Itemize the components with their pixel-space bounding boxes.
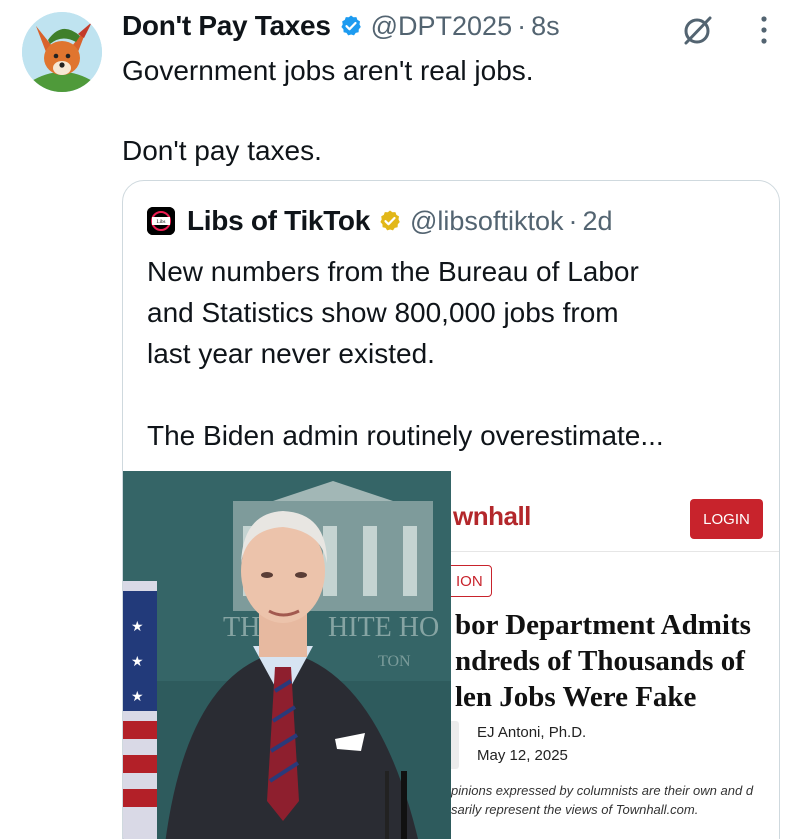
category-tag: ION: [451, 565, 492, 597]
quoted-post-card[interactable]: Libs Libs of TikTok @libsoftiktok · 2d N…: [122, 180, 780, 839]
article-disclaimer: pinions expressed by columnists are thei…: [451, 783, 754, 817]
quoted-post-text: New numbers from the Bureau of Labor and…: [147, 256, 664, 451]
fox-avatar-icon: [22, 12, 102, 92]
townhall-article-screenshot[interactable]: wnhall LOGIN ION bor Department Admits n…: [451, 471, 779, 839]
quoted-author-handle[interactable]: @libsoftiktok: [410, 206, 563, 237]
avatar[interactable]: [22, 12, 102, 92]
post-text: Government jobs aren't real jobs. Don't …: [122, 55, 534, 166]
quoted-media[interactable]: TH HITE HO TON ★ ★ ★ wnhall LOGIN ION bo…: [123, 471, 779, 839]
verified-badge-icon[interactable]: [339, 14, 363, 38]
divider: [451, 551, 779, 552]
article-date: May 12, 2025: [477, 747, 568, 764]
svg-text:★: ★: [131, 653, 144, 669]
svg-text:★: ★: [131, 618, 144, 634]
author-name[interactable]: Don't Pay Taxes: [122, 10, 331, 42]
quoted-post-header: Libs Libs of TikTok @libsoftiktok · 2d: [147, 203, 613, 239]
press-briefing-photo[interactable]: TH HITE HO TON ★ ★ ★: [123, 471, 451, 839]
author-handle[interactable]: @DPT2025: [371, 11, 512, 42]
svg-text:★: ★: [131, 688, 144, 704]
libs-of-tiktok-logo-icon[interactable]: Libs: [147, 207, 175, 235]
separator-dot: ·: [568, 205, 578, 236]
post-time[interactable]: 8s: [531, 11, 560, 42]
article-author: EJ Antoni, Ph.D.: [477, 724, 587, 741]
backdrop-text-2: HITE HO: [328, 612, 439, 643]
more-vertical-icon[interactable]: [752, 10, 776, 50]
quoted-author-name[interactable]: Libs of TikTok: [187, 205, 370, 237]
quoted-post-time[interactable]: 2d: [582, 206, 612, 237]
post-header: Don't Pay Taxes @DPT2025 · 8s: [122, 8, 560, 44]
separator-dot: ·: [517, 10, 527, 41]
login-button[interactable]: LOGIN: [690, 499, 763, 539]
article-headline: bor Department Admits ndreds of Thousand…: [455, 609, 751, 713]
townhall-logo: wnhall: [453, 501, 531, 531]
grok-icon[interactable]: [680, 12, 716, 48]
author-photo: [451, 721, 459, 769]
svg-text:Libs: Libs: [157, 220, 166, 225]
backdrop-text-3: TON: [378, 653, 411, 670]
verified-gold-badge-icon[interactable]: [378, 209, 402, 233]
backdrop-text-1: TH: [223, 612, 260, 643]
